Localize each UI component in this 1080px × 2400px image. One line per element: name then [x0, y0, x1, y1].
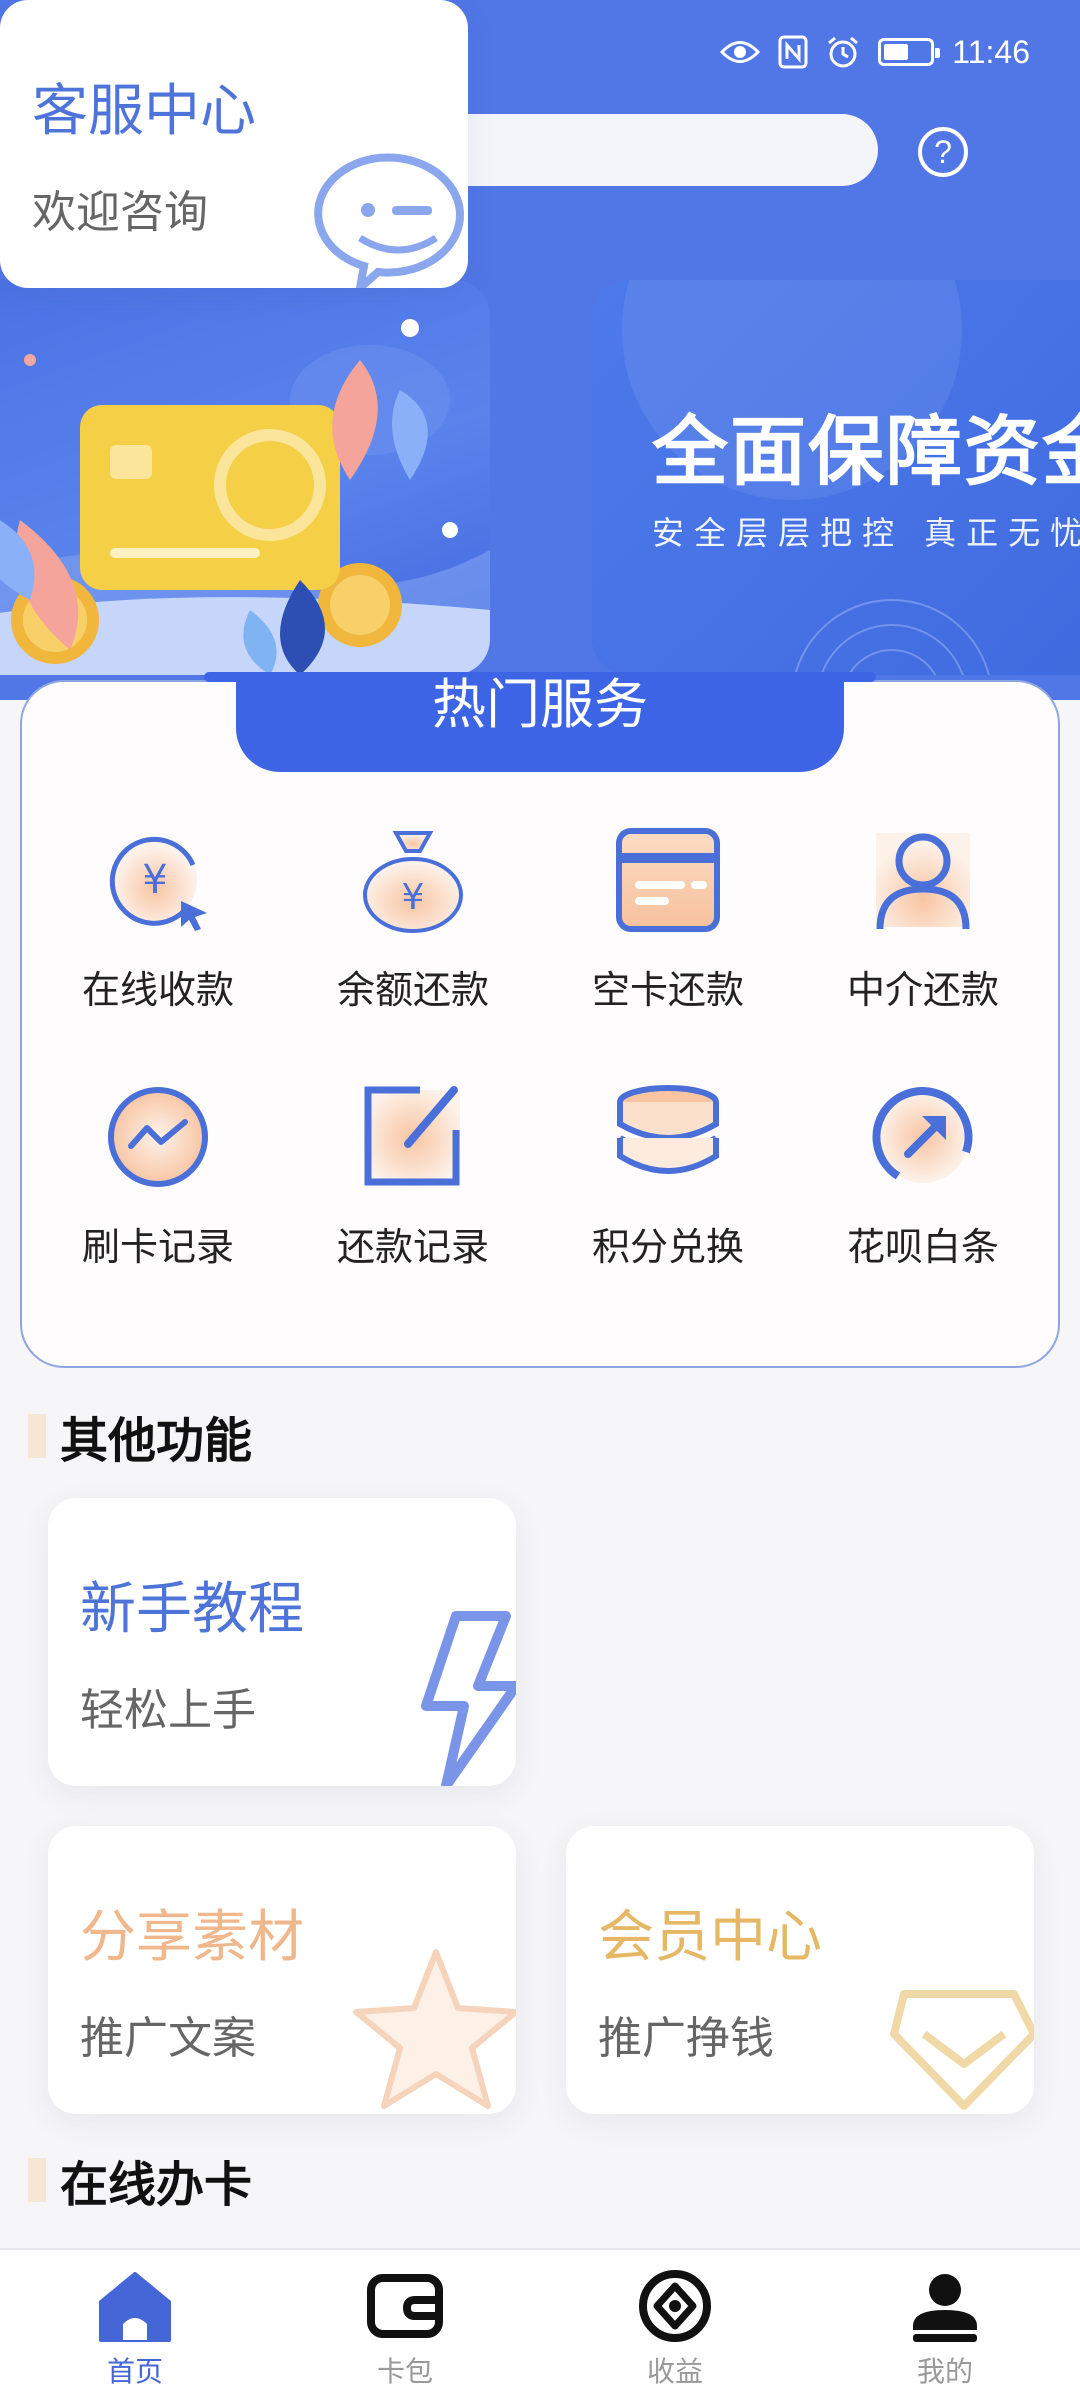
svg-text:¥: ¥: [402, 877, 425, 918]
help-button[interactable]: ?: [918, 127, 968, 177]
card-title: 客服中心: [32, 79, 256, 144]
star-icon: [353, 1949, 516, 2109]
card-icon: [616, 828, 720, 932]
nav-profile[interactable]: 我的: [810, 2250, 1080, 2400]
card-customer-service[interactable]: 客服中心 欢迎咨询: [0, 0, 468, 288]
wallet-icon: [367, 2274, 443, 2338]
banner-card-promo[interactable]: [0, 280, 490, 675]
service-huabei[interactable]: 花呗白条: [793, 1082, 1053, 1282]
card-title: 新手教程: [80, 1577, 304, 1642]
service-label: 刷卡记录: [81, 1225, 234, 1269]
edit-icon: [364, 1086, 460, 1186]
service-swipe-records[interactable]: 刷卡记录: [28, 1082, 288, 1282]
trend-icon: [108, 1087, 208, 1187]
section-title: 其他功能: [60, 1413, 253, 1469]
coins-stack-icon: [617, 1085, 719, 1174]
service-label: 中介还款: [846, 968, 999, 1012]
service-label: 余额还款: [336, 968, 489, 1012]
nav-label: 收益: [646, 2355, 703, 2388]
card-subtitle: 推广文案: [80, 2013, 256, 2064]
card-share-materials[interactable]: 分享素材 推广文案: [48, 1826, 516, 2114]
service-label: 空卡还款: [591, 968, 744, 1012]
earnings-icon: [639, 2270, 711, 2342]
clock: 11:46: [952, 33, 1030, 70]
profile-icon: [913, 2274, 977, 2342]
eye-icon: [720, 41, 761, 63]
hot-services-title: 热门服务: [236, 672, 844, 772]
section-marker: [28, 2158, 46, 2202]
home-icon: [99, 2272, 171, 2342]
nav-label: 卡包: [376, 2355, 433, 2388]
service-label: 还款记录: [336, 1225, 489, 1269]
credit-card-illustration: [0, 319, 490, 675]
chat-bubble-icon: [314, 153, 464, 288]
service-label: 积分兑换: [591, 1225, 744, 1269]
nav-home[interactable]: 首页: [0, 2250, 270, 2400]
diamond-icon: [890, 1990, 1034, 2110]
service-label: 在线收款: [81, 968, 234, 1012]
person-icon: [876, 833, 970, 930]
service-points-exchange[interactable]: 积分兑换: [538, 1082, 798, 1282]
other-functions-header: 其他功能: [28, 1406, 252, 1469]
card-title: 分享素材: [80, 1905, 304, 1970]
service-balance-repay[interactable]: ¥ 余额还款: [283, 825, 543, 1025]
card-subtitle: 推广挣钱: [598, 2013, 774, 2064]
battery-icon: [878, 38, 941, 66]
banner-security-promo[interactable]: 全面保障资金安 安全层层把控 真正无忧理: [592, 280, 1080, 675]
nav-wallet[interactable]: 卡包: [270, 2250, 540, 2400]
lightning-icon: [421, 1611, 516, 1786]
nfc-icon: [778, 35, 808, 69]
banner-title: 全面保障资金安: [652, 407, 1080, 496]
card-title: 会员中心: [598, 1905, 822, 1970]
section-marker: [28, 1414, 46, 1458]
svg-text:¥: ¥: [142, 857, 167, 903]
nav-earnings[interactable]: 收益: [540, 2250, 810, 2400]
service-repay-records[interactable]: 还款记录: [283, 1082, 543, 1282]
card-beginner-tutorial[interactable]: 新手教程 轻松上手: [48, 1498, 516, 1786]
section-title: 在线办卡: [60, 2157, 253, 2213]
service-agent-repay[interactable]: 中介还款: [793, 825, 1053, 1025]
service-label: 花呗白条: [846, 1225, 999, 1269]
service-empty-card-repay[interactable]: 空卡还款: [538, 825, 798, 1025]
card-subtitle: 轻松上手: [80, 1685, 256, 1736]
alarm-icon: [828, 36, 859, 68]
service-online-receipt[interactable]: ¥ 在线收款: [28, 825, 288, 1025]
nav-label: 首页: [106, 2355, 163, 2388]
arrow-circle-icon: [872, 1087, 973, 1183]
online-card-header: 在线办卡: [28, 2150, 252, 2213]
card-subtitle: 欢迎咨询: [32, 187, 208, 238]
bottom-navigation: 首页 卡包 收益 我的: [0, 2248, 1080, 2400]
card-member-center[interactable]: 会员中心 推广挣钱: [566, 1826, 1034, 2114]
yuan-cursor-icon: ¥: [109, 836, 207, 931]
banner-subtitle: 安全层层把控 真正无忧理: [652, 514, 1080, 552]
nav-label: 我的: [916, 2355, 973, 2388]
money-bag-icon: ¥: [363, 831, 463, 933]
